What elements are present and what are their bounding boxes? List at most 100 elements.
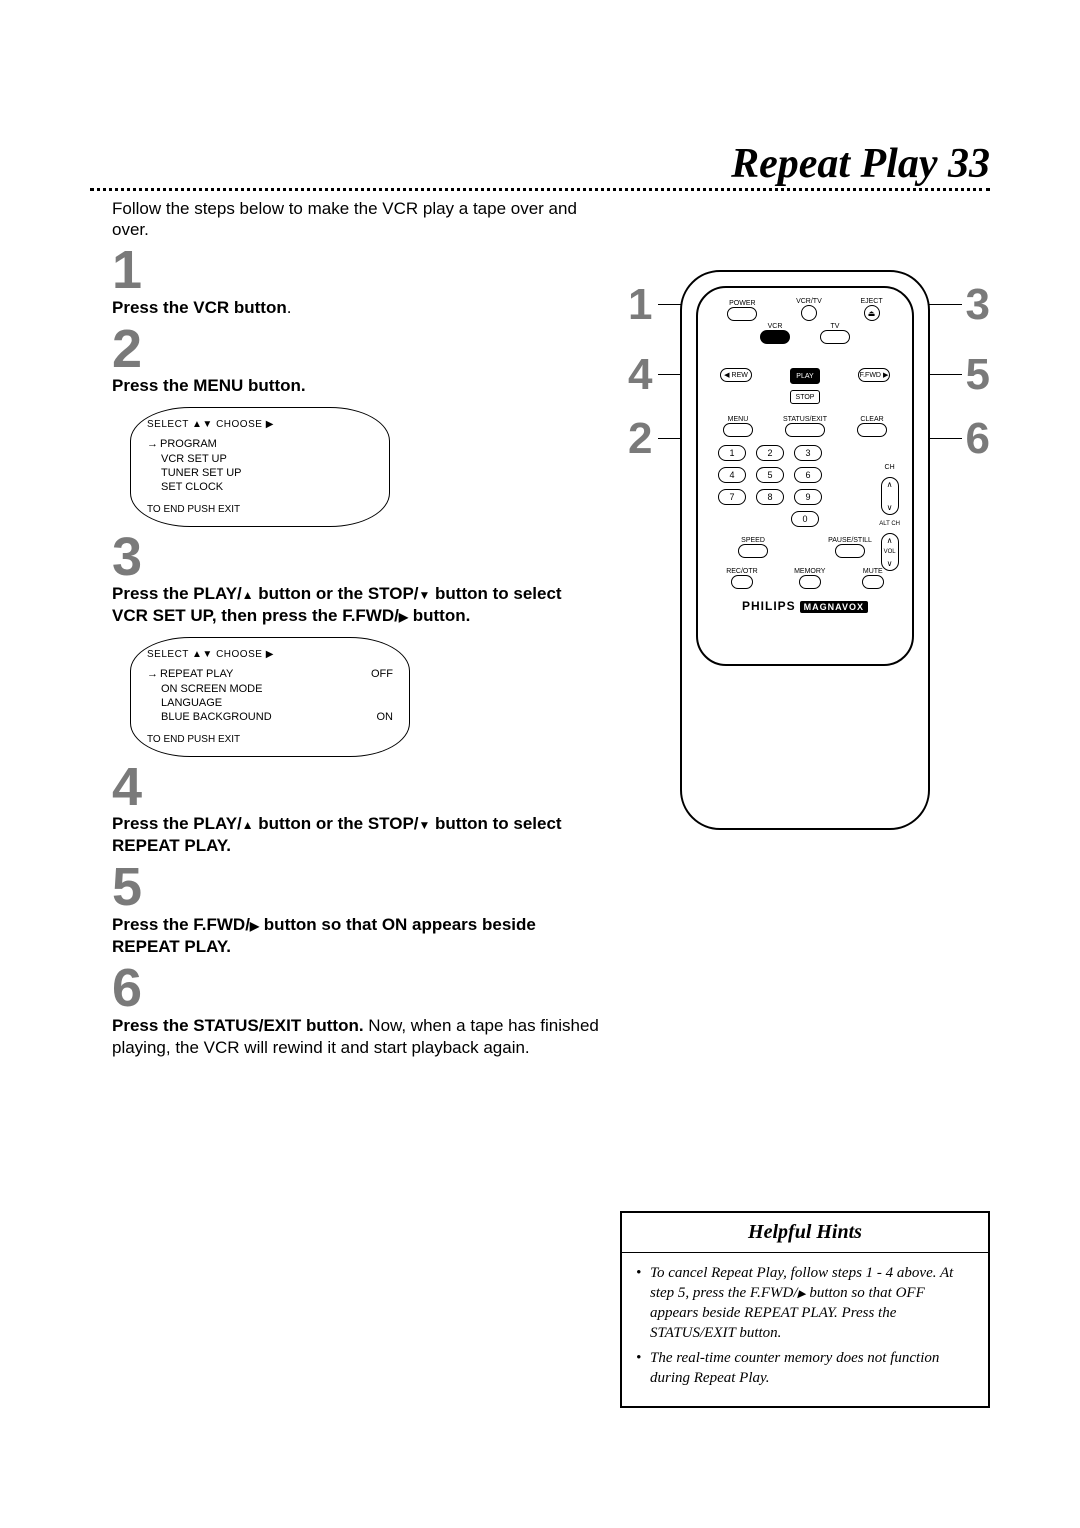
volume-rocker[interactable]: ∧VOL∨: [881, 533, 899, 571]
callout-3: 3: [966, 280, 990, 330]
osd1-item-2: TUNER SET UP: [161, 466, 373, 480]
recotr-label: REC/OTR: [726, 568, 758, 575]
s3-c: button to select: [430, 584, 561, 603]
step-1-number: 1: [112, 246, 652, 295]
s3-b: button or the STOP/: [254, 584, 419, 603]
num-3-button[interactable]: 3: [794, 445, 822, 461]
step-2: 2 Press the MENU button. SELECT ▲▼ CHOOS…: [112, 325, 652, 527]
memory-label: MEMORY: [794, 568, 825, 575]
memory-button[interactable]: [799, 575, 821, 589]
status-exit-button[interactable]: [785, 423, 825, 437]
play-label: PLAY: [796, 373, 813, 380]
s4-a: Press the PLAY/: [112, 814, 242, 833]
osd2-r0-l: REPEAT PLAY: [147, 667, 233, 681]
brand-magnavox: MAGNAVOX: [800, 601, 868, 613]
step-2-number: 2: [112, 325, 652, 374]
menu-button[interactable]: [723, 423, 753, 437]
pause-button[interactable]: [835, 544, 865, 558]
osd2-r0-v: OFF: [371, 667, 393, 681]
osd1-item-0: PROGRAM: [147, 437, 373, 451]
up-icon: ∧: [887, 480, 893, 489]
right-triangle-icon: [399, 606, 408, 625]
play-button[interactable]: PLAY: [790, 368, 820, 384]
step-3-number: 3: [112, 533, 652, 582]
step-3: 3 Press the PLAY/ button or the STOP/ bu…: [112, 533, 652, 757]
s5-b: button so that ON appears beside: [259, 915, 536, 934]
num-7-button[interactable]: 7: [718, 489, 746, 505]
stop-button[interactable]: STOP: [790, 390, 820, 404]
step-6-number: 6: [112, 964, 652, 1013]
power-button[interactable]: [727, 307, 757, 321]
remote-diagram: 1 4 2 3 5 6 POWER VCR/TV EJECT⏏ VCR TV P…: [620, 270, 990, 860]
header-divider: [90, 188, 990, 191]
tv-button[interactable]: [820, 330, 850, 344]
vcr-button[interactable]: [760, 330, 790, 344]
num-0-button[interactable]: 0: [791, 511, 819, 527]
hint-2: The real-time counter memory does not fu…: [636, 1348, 974, 1389]
num-9-button[interactable]: 9: [794, 489, 822, 505]
page-number: 33: [948, 141, 990, 187]
steps-column: 1 Press the VCR button. 2 Press the MENU…: [112, 240, 652, 1059]
up-triangle-icon: [242, 814, 254, 833]
down-triangle-icon: [419, 814, 431, 833]
rew-button[interactable]: REW: [720, 368, 752, 382]
page-title: Repeat Play 33: [731, 140, 990, 188]
step-5: 5 Press the F.FWD/ button so that ON app…: [112, 863, 652, 958]
side-rockers: CH ∧∨ ALT CH ∧VOL∨: [879, 464, 900, 571]
step-6: 6 Press the STATUS/EXIT button. Now, whe…: [112, 964, 652, 1059]
step-4: 4 Press the PLAY/ button or the STOP/ bu…: [112, 763, 652, 858]
hints-body: To cancel Repeat Play, follow steps 1 - …: [622, 1253, 988, 1407]
remote-panel: POWER VCR/TV EJECT⏏ VCR TV PLAY REW F.FW…: [696, 286, 914, 666]
mute-button[interactable]: [862, 575, 884, 589]
down-triangle-icon: [419, 584, 431, 603]
osd2-r3-v: ON: [377, 710, 394, 724]
s3-d: VCR SET UP, then press the F.FWD/: [112, 606, 399, 625]
osd1-item-1: VCR SET UP: [161, 452, 373, 466]
ch-label: CH: [885, 464, 895, 471]
osd1-item-3: SET CLOCK: [161, 480, 373, 494]
num-2-button[interactable]: 2: [756, 445, 784, 461]
callout-5: 5: [966, 350, 990, 400]
ffwd-button[interactable]: F.FWD: [858, 368, 890, 382]
vol-label: VOL: [884, 549, 896, 555]
eject-label: EJECT: [860, 298, 882, 305]
num-5-button[interactable]: 5: [756, 467, 784, 483]
callout-2: 2: [628, 414, 652, 464]
num-6-button[interactable]: 6: [794, 467, 822, 483]
helpful-hints-box: Helpful Hints To cancel Repeat Play, fol…: [620, 1211, 990, 1409]
vcrtv-button[interactable]: [801, 305, 817, 321]
step-1-bold: Press the VCR button: [112, 298, 287, 317]
num-8-button[interactable]: 8: [756, 489, 784, 505]
s3-a: Press the PLAY/: [112, 584, 242, 603]
eject-button[interactable]: ⏏: [864, 305, 880, 321]
altch-label: ALT CH: [879, 521, 900, 527]
transport-controls: PLAY REW F.FWD STOP: [708, 350, 902, 410]
step-3-text: Press the PLAY/ button or the STOP/ butt…: [112, 583, 652, 627]
menu-label: MENU: [728, 416, 749, 423]
s5-c: REPEAT PLAY.: [112, 937, 231, 956]
right-triangle-icon: [798, 1285, 806, 1301]
step-1-after: .: [287, 298, 292, 317]
channel-rocker[interactable]: ∧∨: [881, 477, 899, 515]
step-4-text: Press the PLAY/ button or the STOP/ butt…: [112, 813, 652, 857]
osd2-r1-l: ON SCREEN MODE: [161, 682, 262, 696]
step-6-text: Press the STATUS/EXIT button. Now, when …: [112, 1015, 652, 1059]
rec-button[interactable]: [731, 575, 753, 589]
s4-d: REPEAT PLAY.: [112, 836, 231, 855]
callout-6: 6: [966, 414, 990, 464]
step-2-bold: Press the MENU button.: [112, 376, 306, 395]
step-5-text: Press the F.FWD/ button so that ON appea…: [112, 914, 652, 958]
s3-e: button.: [408, 606, 470, 625]
osd2-header: SELECT ▲▼ CHOOSE ▶: [147, 648, 393, 661]
up-triangle-icon: [242, 584, 254, 603]
clear-button[interactable]: [857, 423, 887, 437]
power-label: POWER: [729, 300, 755, 307]
callout-4: 4: [628, 350, 652, 400]
osd1-header: SELECT ▲▼ CHOOSE ▶: [147, 418, 373, 431]
osd2-r2-l: LANGUAGE: [161, 696, 222, 710]
tv-label: TV: [831, 323, 840, 330]
num-1-button[interactable]: 1: [718, 445, 746, 461]
speed-button[interactable]: [738, 544, 768, 558]
num-4-button[interactable]: 4: [718, 467, 746, 483]
clear-label: CLEAR: [860, 416, 883, 423]
